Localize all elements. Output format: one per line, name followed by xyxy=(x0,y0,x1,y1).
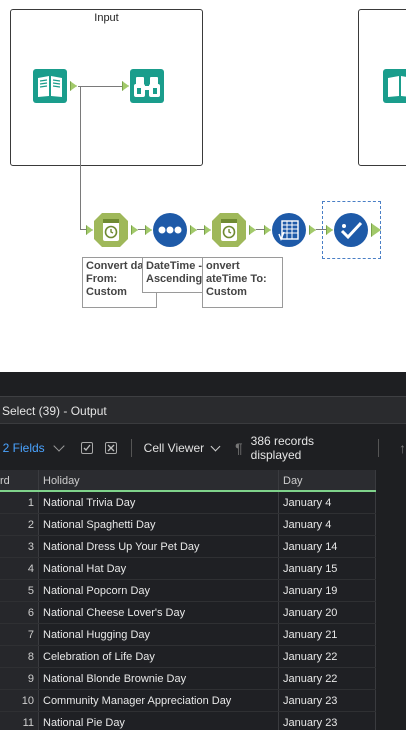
tool-annotation-sort: DateTime - Ascending xyxy=(142,257,211,293)
day-cell[interactable]: January 22 xyxy=(279,646,376,667)
day-cell[interactable]: January 23 xyxy=(279,690,376,711)
chevron-down-icon[interactable] xyxy=(53,440,65,452)
arrow-up-icon[interactable]: ↑ xyxy=(399,440,406,456)
edit-checkbox-icon[interactable] xyxy=(80,442,93,454)
sort-icon xyxy=(153,213,187,247)
record-number-cell[interactable]: 3 xyxy=(0,536,39,557)
datetime-convert-to-tool[interactable] xyxy=(211,212,247,248)
table-row[interactable]: 6 National Cheese Lover's Day January 20 xyxy=(0,602,376,624)
record-number-cell[interactable]: 1 xyxy=(0,492,39,513)
fields-selector[interactable]: f 2 Fields xyxy=(0,441,45,455)
datetime-icon xyxy=(212,213,246,247)
grid-header-row: rd Holiday Day xyxy=(0,470,376,492)
formula-tool[interactable] xyxy=(271,212,307,248)
output-anchor[interactable] xyxy=(309,225,316,235)
connection-line xyxy=(316,229,326,230)
holiday-cell[interactable]: National Spaghetti Day xyxy=(39,514,279,535)
workflow-canvas[interactable]: Input Convert da From: Custom DateTime -… xyxy=(0,0,406,372)
record-number-cell[interactable]: 7 xyxy=(0,624,39,645)
table-row[interactable]: 4 National Hat Day January 15 xyxy=(0,558,376,580)
output-anchor[interactable] xyxy=(249,225,256,235)
record-number-cell[interactable]: 8 xyxy=(0,646,39,667)
results-grid: rd Holiday Day 1 National Trivia Day Janua… xyxy=(0,470,376,730)
day-cell[interactable]: January 15 xyxy=(279,558,376,579)
holiday-cell[interactable]: National Hugging Day xyxy=(39,624,279,645)
table-row[interactable]: 5 National Popcorn Day January 19 xyxy=(0,580,376,602)
toolbar-divider xyxy=(130,439,132,457)
input-data-tool-right[interactable] xyxy=(382,68,406,104)
column-header-record[interactable]: rd xyxy=(0,470,39,490)
column-header-holiday[interactable]: Holiday xyxy=(39,470,279,490)
day-cell[interactable]: January 4 xyxy=(279,514,376,535)
connection-line xyxy=(197,229,205,230)
record-number-cell[interactable]: 11 xyxy=(0,712,39,730)
day-cell[interactable]: January 23 xyxy=(279,712,376,730)
day-cell[interactable]: January 21 xyxy=(279,624,376,645)
holiday-cell[interactable]: National Blonde Brownie Day xyxy=(39,668,279,689)
holiday-cell[interactable]: Community Manager Appreciation Day xyxy=(39,690,279,711)
chevron-down-icon[interactable] xyxy=(210,441,221,451)
results-pane: Select (39) - Output f 2 Fields Cell Vie… xyxy=(0,372,406,730)
day-cell[interactable]: January 20 xyxy=(279,602,376,623)
select-tool[interactable] xyxy=(333,212,369,248)
container-title: Input xyxy=(94,12,119,24)
clear-box-icon[interactable] xyxy=(104,442,117,454)
day-cell[interactable]: January 22 xyxy=(279,668,376,689)
datetime-icon xyxy=(94,213,128,247)
browse-tool[interactable] xyxy=(129,68,165,104)
records-count: 386 records displayed xyxy=(250,434,315,462)
multi-row-formula-icon xyxy=(272,213,306,247)
record-number-cell[interactable]: 10 xyxy=(0,690,39,711)
table-row[interactable]: 1 National Trivia Day January 4 xyxy=(0,492,376,514)
table-row[interactable]: 9 National Blonde Brownie Day January 22 xyxy=(0,668,376,690)
binoculars-icon xyxy=(130,69,164,103)
record-number-cell[interactable]: 6 xyxy=(0,602,39,623)
table-row[interactable]: 8 Celebration of Life Day January 22 xyxy=(0,646,376,668)
connection-line xyxy=(138,229,146,230)
pilcrow-icon[interactable]: ¶ xyxy=(235,440,243,456)
day-cell[interactable]: January 19 xyxy=(279,580,376,601)
day-cell[interactable]: January 14 xyxy=(279,536,376,557)
holiday-cell[interactable]: National Dress Up Your Pet Day xyxy=(39,536,279,557)
tool-annotation-convert-to: onvert ateTime To: Custom xyxy=(202,257,283,308)
day-cell[interactable]: January 4 xyxy=(279,492,376,513)
holiday-cell[interactable]: National Pie Day xyxy=(39,712,279,730)
checkmark-icon xyxy=(334,213,368,247)
record-number-cell[interactable]: 5 xyxy=(0,580,39,601)
grid-body: 1 National Trivia Day January 4 2 National S… xyxy=(0,492,376,730)
input-anchor[interactable] xyxy=(145,225,152,235)
output-anchor[interactable] xyxy=(190,225,197,235)
output-anchor[interactable] xyxy=(131,225,138,235)
holiday-cell[interactable]: National Cheese Lover's Day xyxy=(39,602,279,623)
input-anchor[interactable] xyxy=(204,225,211,235)
results-toolbar: f 2 Fields Cell Viewer ¶ 386 records dis… xyxy=(0,428,406,468)
input-data-tool[interactable] xyxy=(32,68,68,104)
table-row[interactable]: 3 National Dress Up Your Pet Day January 1… xyxy=(0,536,376,558)
book-icon xyxy=(33,69,67,103)
record-number-cell[interactable]: 2 xyxy=(0,514,39,535)
table-row[interactable]: 2 National Spaghetti Day January 4 xyxy=(0,514,376,536)
book-icon xyxy=(383,69,406,103)
results-title: Select (39) - Output xyxy=(0,396,406,424)
connection-line xyxy=(256,229,265,230)
holiday-cell[interactable]: National Hat Day xyxy=(39,558,279,579)
holiday-cell[interactable]: National Trivia Day xyxy=(39,492,279,513)
datetime-convert-from-tool[interactable] xyxy=(93,212,129,248)
connection-line xyxy=(78,86,122,87)
table-row[interactable]: 7 National Hugging Day January 21 xyxy=(0,624,376,646)
column-header-day[interactable]: Day xyxy=(279,470,376,490)
table-row[interactable]: 11 National Pie Day January 23 xyxy=(0,712,376,730)
input-anchor[interactable] xyxy=(86,225,93,235)
cell-viewer-dropdown[interactable]: Cell Viewer xyxy=(144,441,204,455)
holiday-cell[interactable]: National Popcorn Day xyxy=(39,580,279,601)
record-number-cell[interactable]: 9 xyxy=(0,668,39,689)
app-root: Input Convert da From: Custom DateTime -… xyxy=(0,0,406,730)
toolbar-divider xyxy=(378,439,380,457)
sort-tool[interactable] xyxy=(152,212,188,248)
connection-line xyxy=(80,86,81,230)
record-number-cell[interactable]: 4 xyxy=(0,558,39,579)
table-row[interactable]: 10 Community Manager Appreciation Day Janu… xyxy=(0,690,376,712)
input-anchor[interactable] xyxy=(264,225,271,235)
holiday-cell[interactable]: Celebration of Life Day xyxy=(39,646,279,667)
